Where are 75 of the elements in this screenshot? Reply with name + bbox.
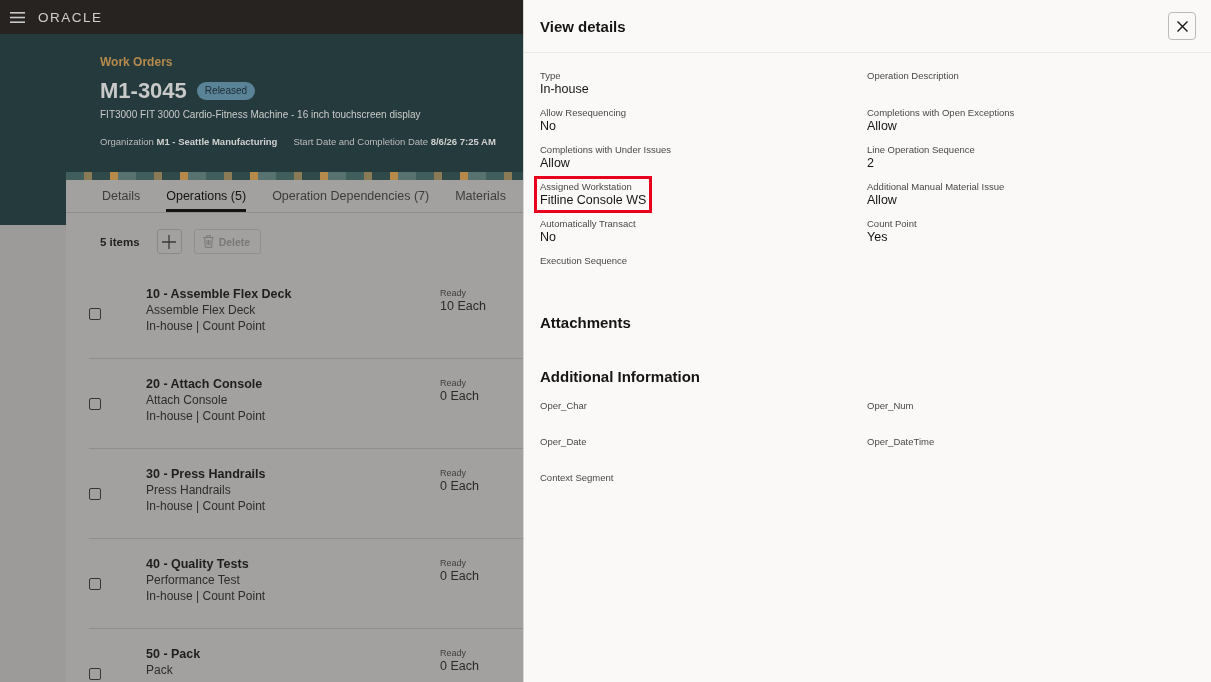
- quantity-value: 0 Each: [440, 569, 479, 583]
- plus-icon: [162, 234, 177, 249]
- field-label: Oper_Char: [540, 400, 587, 412]
- operation-description: Press Handrails: [146, 482, 231, 498]
- menu-icon[interactable]: [10, 11, 25, 23]
- field-label: Automatically Transact: [540, 218, 636, 230]
- close-button[interactable]: [1168, 12, 1196, 40]
- field-label: Oper_DateTime: [867, 436, 935, 448]
- quantity-value: 0 Each: [440, 479, 479, 493]
- operation-description: Assemble Flex Deck: [146, 302, 256, 318]
- field-value: Allow: [540, 156, 570, 171]
- operation-title[interactable]: 50 - Pack: [146, 646, 201, 662]
- operation-attributes: In-house | Count Point: [146, 588, 266, 604]
- field-value: No: [540, 119, 556, 134]
- field-label: Execution Sequence: [540, 255, 628, 267]
- field-label: Assigned Workstation: [540, 181, 632, 193]
- field-value: Fitline Console WS: [540, 193, 647, 208]
- status-label: Ready: [440, 647, 466, 659]
- quantity-value: 0 Each: [440, 389, 479, 403]
- tab[interactable]: Operations (5): [166, 180, 247, 212]
- field-value: 2: [867, 156, 874, 171]
- field-value: Allow: [867, 193, 897, 208]
- operation-attributes: In-house | Count Point: [146, 318, 266, 334]
- brand-name: ORACLE: [38, 9, 103, 25]
- row-checkbox[interactable]: [89, 487, 101, 500]
- field-label: Completions with Open Exceptions: [867, 107, 1015, 119]
- section-heading: Attachments: [540, 313, 631, 333]
- item-count: 5 items: [100, 235, 140, 248]
- tab[interactable]: Details: [102, 180, 141, 212]
- operation-title[interactable]: 10 - Assemble Flex Deck: [146, 286, 292, 302]
- trash-icon: [202, 235, 214, 248]
- row-checkbox[interactable]: [89, 307, 101, 320]
- field-label: Context Segment: [540, 472, 614, 484]
- status-label: Ready: [440, 467, 466, 479]
- field-label: Additional Manual Material Issue: [867, 181, 1005, 193]
- operation-attributes: In-house | Count Point: [146, 498, 266, 514]
- field-label: Type: [540, 70, 561, 82]
- quantity-value: 10 Each: [440, 299, 486, 313]
- field-label: Completions with Under Issues: [540, 144, 671, 156]
- field-label: Oper_Date: [540, 436, 587, 448]
- header-info: Organization M1 - Seattle Manufacturing: [100, 135, 278, 148]
- operation-description: Performance Test: [146, 572, 240, 588]
- section-heading: Additional Information: [540, 367, 700, 387]
- status-badge: Released: [196, 82, 256, 100]
- header-info: Start Date and Completion Date 8/6/26 7:25 AM: [293, 135, 496, 148]
- tab[interactable]: Operation Dependencies (7): [272, 180, 430, 212]
- field-value: Yes: [867, 230, 888, 245]
- field-label: Oper_Num: [867, 400, 914, 412]
- quantity-value: 0 Each: [440, 659, 479, 673]
- operation-title[interactable]: 30 - Press Handrails: [146, 466, 266, 482]
- row-checkbox[interactable]: [89, 397, 101, 410]
- operation-title[interactable]: 40 - Quality Tests: [146, 556, 249, 572]
- add-button[interactable]: [156, 229, 182, 254]
- tab[interactable]: Materials: [455, 180, 506, 212]
- field-label: Allow Resequencing: [540, 107, 627, 119]
- item-description: FIT3000 FIT 3000 Cardio-Fitness Machine - 16 inch touchscreen display: [100, 108, 421, 121]
- field-label: Line Operation Sequence: [867, 144, 975, 156]
- close-icon: [1176, 20, 1188, 32]
- field-value: No: [540, 230, 556, 245]
- field-label: Operation Description: [867, 70, 959, 82]
- status-label: Ready: [440, 557, 466, 569]
- status-label: Ready: [440, 377, 466, 389]
- field-value: Allow: [867, 119, 897, 134]
- row-checkbox[interactable]: [89, 667, 101, 680]
- row-checkbox[interactable]: [89, 577, 101, 590]
- breadcrumb-link[interactable]: Work Orders: [100, 55, 173, 69]
- status-label: Ready: [440, 287, 466, 299]
- field-label: Count Point: [867, 218, 917, 230]
- operation-title[interactable]: 20 - Attach Console: [146, 376, 263, 392]
- panel-title: View details: [540, 17, 626, 35]
- operation-description: Pack: [146, 662, 173, 678]
- field-value: In-house: [540, 82, 589, 97]
- operation-attributes: In-house | Count Point: [146, 408, 266, 424]
- operation-description: Attach Console: [146, 392, 228, 408]
- work-order-title: M1-3045: [100, 77, 187, 105]
